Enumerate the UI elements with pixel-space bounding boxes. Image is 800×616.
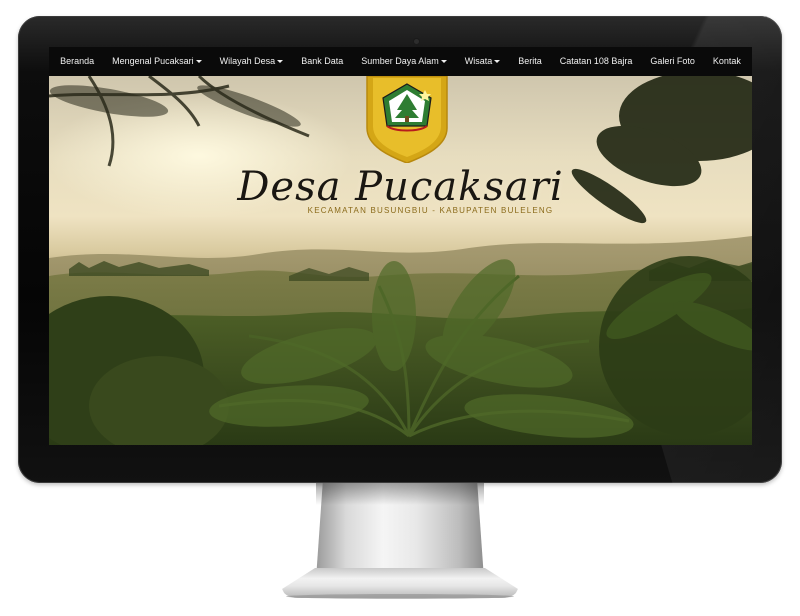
nav-item-berita[interactable]: Berita [509, 47, 551, 76]
nav-item-mengenal-pucaksari[interactable]: Mengenal Pucaksari [103, 47, 211, 76]
top-navbar: Beranda Mengenal Pucaksari Wilayah Desa … [49, 47, 752, 76]
nav-item-sumber-daya-alam[interactable]: Sumber Daya Alam [352, 47, 456, 76]
nav-item-label: Beranda [60, 56, 95, 66]
caret-down-icon [195, 60, 202, 64]
hero-banner: Desa Pucaksari KECAMATAN BUSUNGBIU - KAB… [49, 76, 752, 445]
nav-item-beranda[interactable]: Beranda [51, 47, 103, 76]
nav-item-label: Bank Data [301, 56, 344, 66]
nav-item-label: Catatan 108 Bajra [559, 56, 633, 66]
site-subtitle: KECAMATAN BUSUNGBIU - KABUPATEN BULELENG [307, 206, 554, 215]
stand-shadow [316, 483, 484, 505]
village-emblem[interactable] [365, 76, 449, 163]
nav-item-bank-data[interactable]: Bank Data [292, 47, 352, 76]
caret-down-icon [277, 60, 284, 64]
webcam [414, 39, 419, 44]
nav-item-label: Berita [518, 56, 542, 66]
nav-item-galeri-foto[interactable]: Galeri Foto [641, 47, 704, 76]
caret-down-icon [494, 60, 501, 64]
monitor-mockup: Beranda Mengenal Pucaksari Wilayah Desa … [0, 0, 800, 616]
nav-item-wilayah-desa[interactable]: Wilayah Desa [211, 47, 293, 76]
nav-item-wisata[interactable]: Wisata [456, 47, 510, 76]
nav-item-label: Mengenal Pucaksari [112, 56, 194, 66]
nav-item-label: Wisata [464, 56, 493, 66]
nav-item-label: Kontak [712, 56, 741, 66]
stand-base-edge [286, 594, 514, 599]
nav-item-label: Sumber Daya Alam [361, 56, 439, 66]
nav-item-catatan-108-bajra[interactable]: Catatan 108 Bajra [551, 47, 642, 76]
site-title: Desa Pucaksari [237, 164, 564, 210]
monitor-screen: Beranda Mengenal Pucaksari Wilayah Desa … [49, 47, 752, 445]
caret-down-icon [440, 60, 447, 64]
nav-item-kontak[interactable]: Kontak [704, 47, 750, 76]
nav-item-label: Galeri Foto [650, 56, 695, 66]
nav-item-label: Wilayah Desa [219, 56, 276, 66]
